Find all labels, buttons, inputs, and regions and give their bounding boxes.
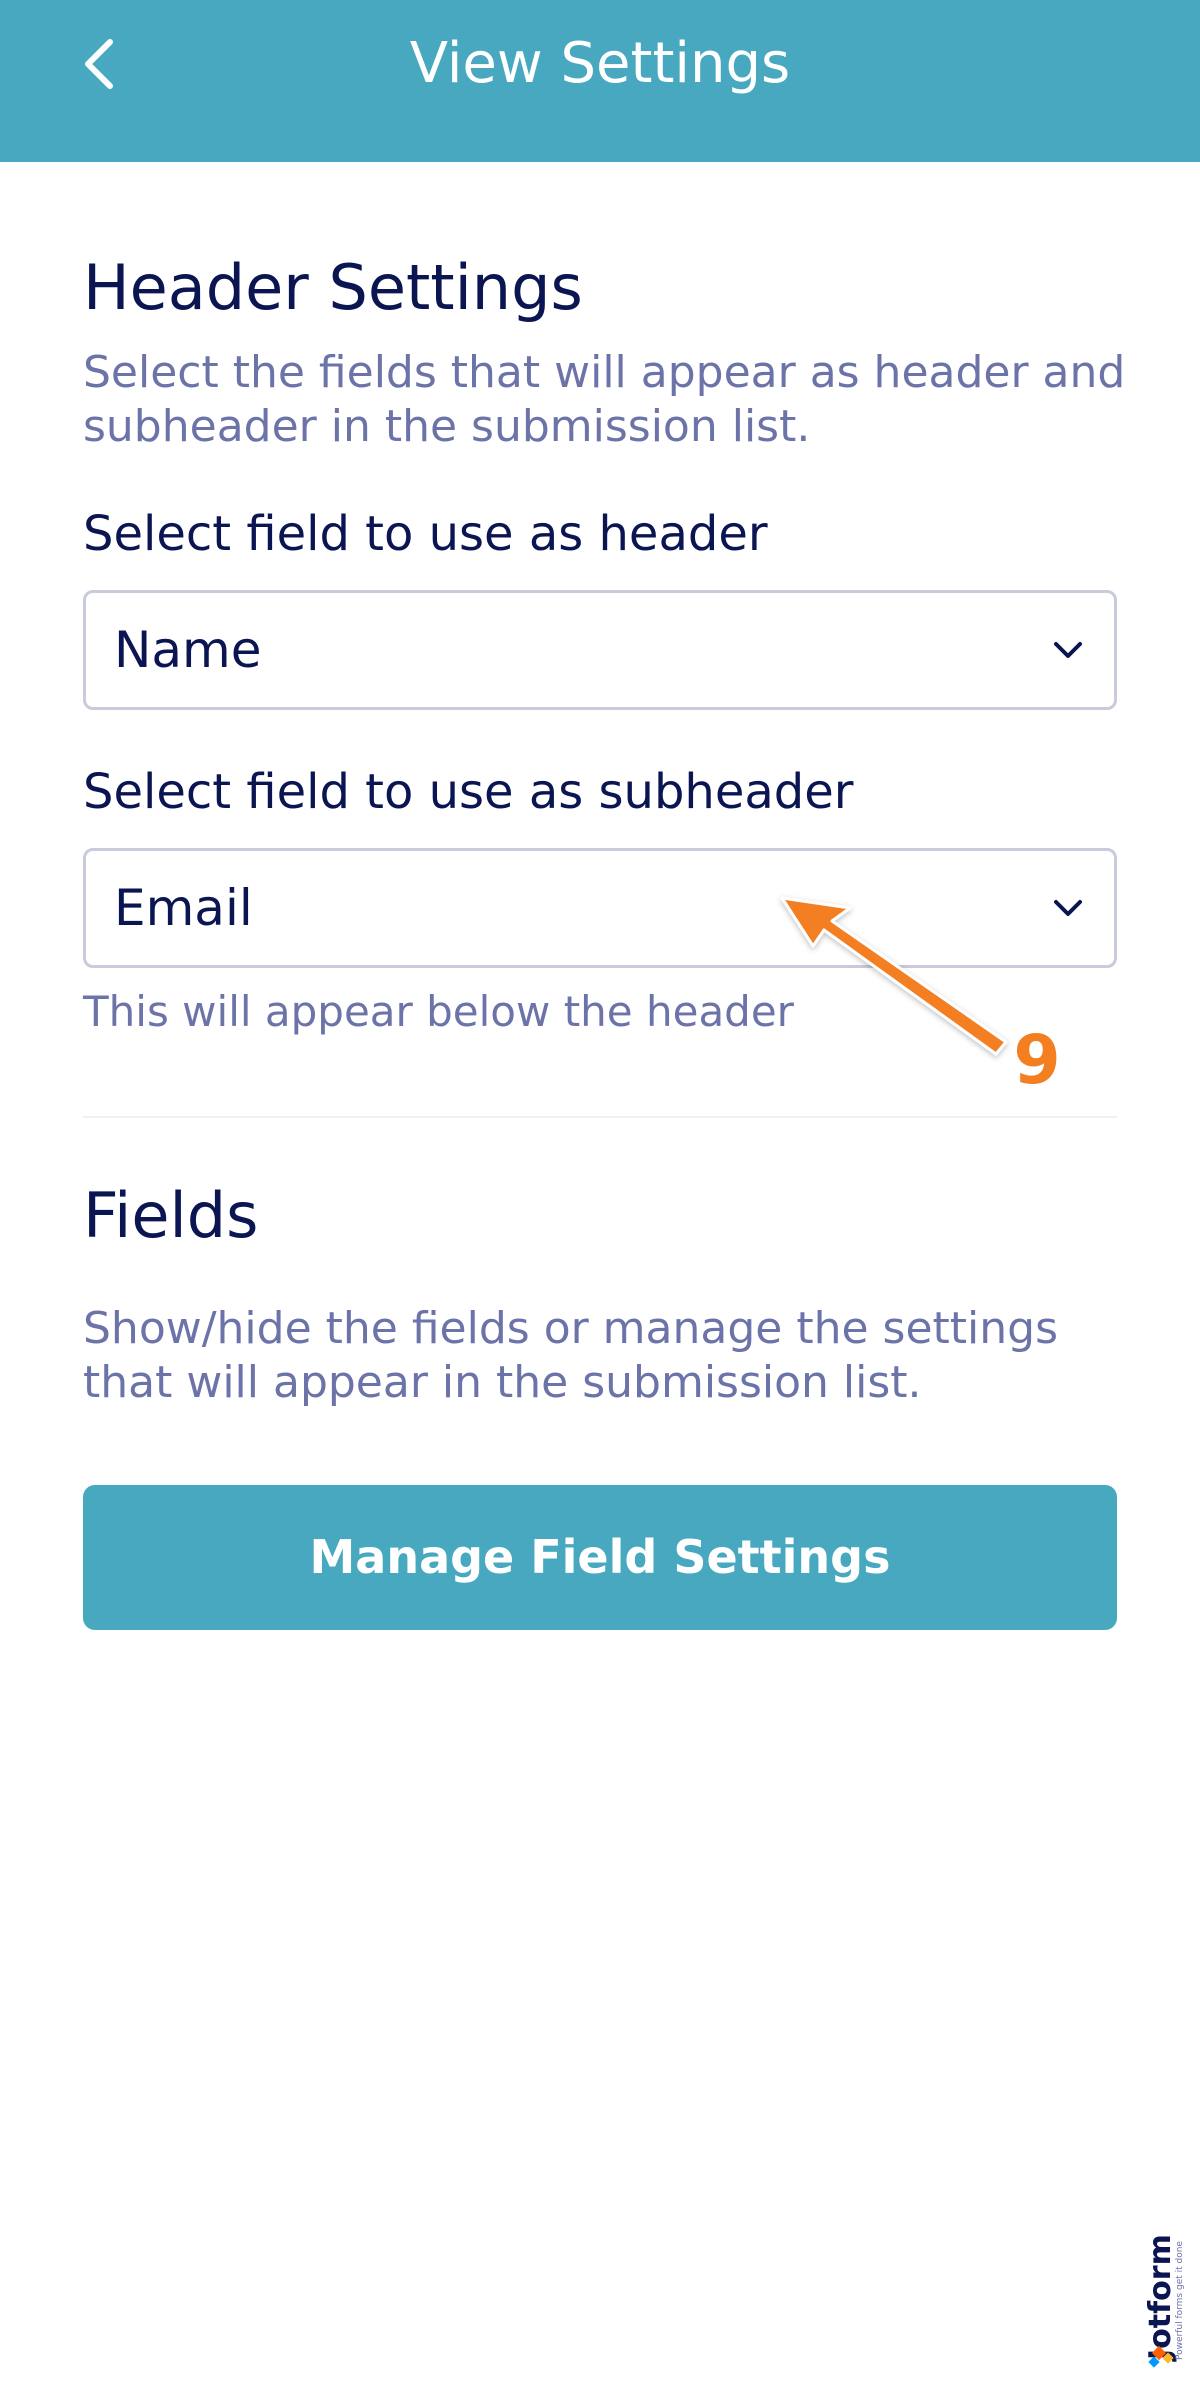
header-field-value: Name <box>114 621 262 679</box>
page-title: View Settings <box>409 31 791 96</box>
subheader-hint: This will appear below the header <box>83 987 794 1036</box>
header-field-label: Select field to use as header <box>83 506 768 562</box>
subheader-field-value: Email <box>114 879 253 937</box>
subheader-field-label: Select field to use as subheader <box>83 764 854 820</box>
section-divider <box>83 1116 1117 1118</box>
chevron-down-icon <box>1054 900 1082 916</box>
app-bar: View Settings <box>0 0 1200 162</box>
manage-field-settings-button[interactable]: Manage Field Settings <box>83 1485 1117 1630</box>
fields-title: Fields <box>83 1179 259 1252</box>
watermark-tagline: Powerful forms get it done <box>1175 2241 1185 2360</box>
jotform-logo-icon: Jotform Powerful forms get it done <box>1143 2234 1185 2368</box>
fields-description: Show/hide the fields or manage the setti… <box>83 1303 1059 1408</box>
header-settings-description: Select the fields that will appear as he… <box>83 347 1126 452</box>
step-number: 9 <box>1013 1021 1060 1100</box>
header-field-select[interactable]: Name <box>83 590 1117 710</box>
watermark-brand: Jotform <box>1143 2234 1178 2362</box>
subheader-field-select[interactable]: Email <box>83 848 1117 968</box>
header-settings-title: Header Settings <box>83 251 583 324</box>
chevron-down-icon <box>1054 642 1082 658</box>
jotform-watermark: Jotform Powerful forms get it done <box>1140 2200 1190 2370</box>
